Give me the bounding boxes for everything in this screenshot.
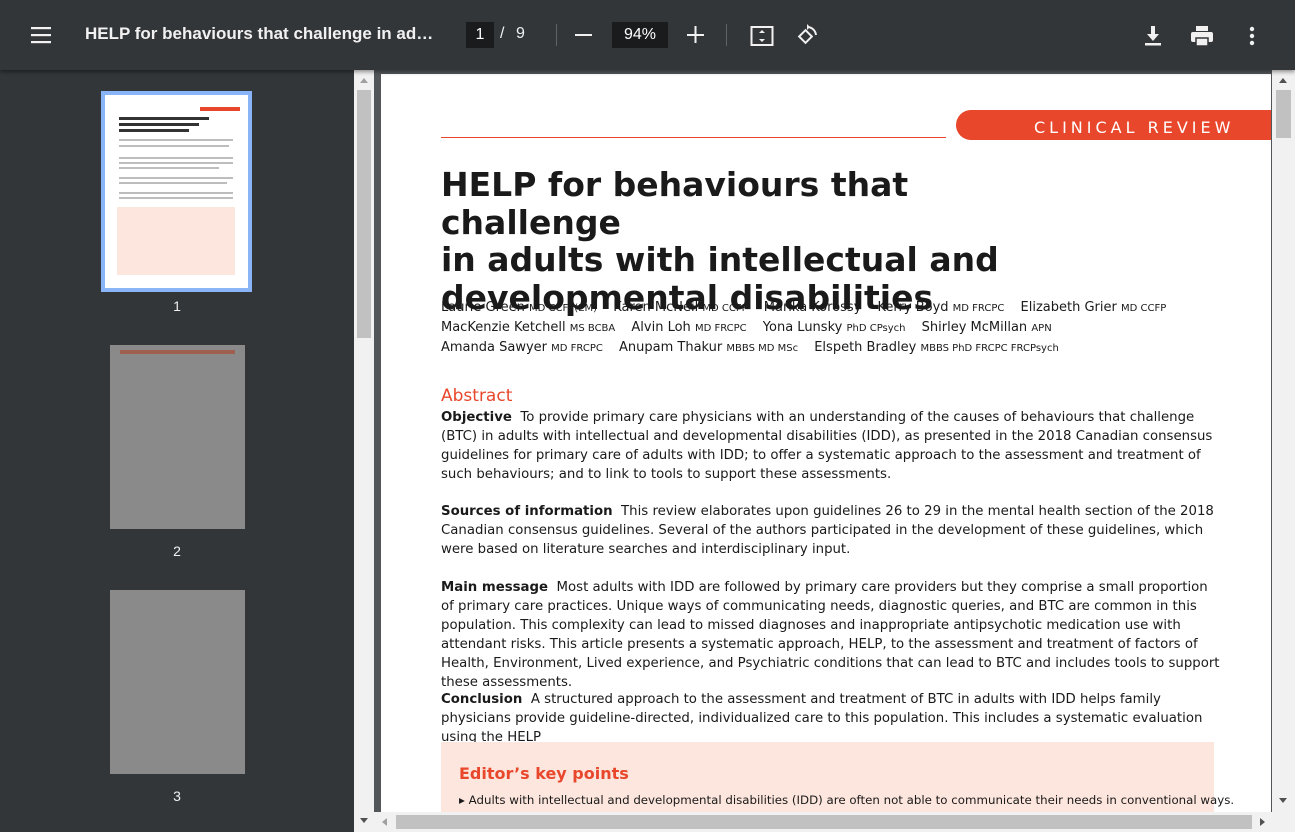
sidebar-scroll-thumb[interactable] <box>357 90 371 338</box>
document-scrollbar[interactable] <box>1272 70 1295 832</box>
article-title: HELP for behaviours that challenge in ad… <box>441 166 1081 316</box>
print-icon[interactable] <box>1188 22 1216 50</box>
toolbar-divider <box>556 24 557 46</box>
document-title: HELP for behaviours that challenge in ad… <box>85 24 440 43</box>
author: Elspeth Bradley MBBS PhD FRCPC FRCPsych <box>814 340 1059 355</box>
banner-label: CLINICAL REVIEW <box>1034 118 1235 137</box>
banner-rule <box>441 137 946 138</box>
total-pages: 9 <box>516 25 525 42</box>
abstract-sources: Sources of information This review elabo… <box>441 504 1214 557</box>
thumbnail-sidebar: 1 2 3 <box>0 70 354 832</box>
toolbar-divider <box>726 24 727 46</box>
page-thumbnail-2[interactable] <box>110 345 245 529</box>
current-page-input[interactable]: 1 <box>466 22 494 48</box>
author: MacKenzie Ketchell MS BCBA <box>441 320 616 335</box>
minus-icon[interactable] <box>572 25 596 45</box>
horizontal-scroll-thumb[interactable] <box>396 815 1252 829</box>
thumbnail-label-1: 1 <box>173 298 181 314</box>
author: Anupam Thakur MBBS MD MSc <box>619 340 799 355</box>
author-list: Laurie Green MD CCFP(EM) Karen McNeil MD… <box>441 298 1241 358</box>
abstract-objective: Objective To provide primary care physic… <box>441 410 1213 482</box>
page-thumbnail-1[interactable] <box>101 91 252 292</box>
zoom-level-input[interactable]: 94% <box>612 22 668 48</box>
abstract-conclusion: Conclusion A structured approach to the … <box>441 692 1203 745</box>
title-line: in adults with intellectual and <box>441 240 999 279</box>
author: Marika Korossy <box>763 300 862 315</box>
pdf-viewer: CLINICAL REVIEW HELP for behaviours that… <box>354 70 1295 832</box>
author: Yona Lunsky PhD CPsych <box>762 320 906 335</box>
pdf-page: CLINICAL REVIEW HELP for behaviours that… <box>381 74 1271 832</box>
author: Kerry Boyd MD FRCPC <box>877 300 1005 315</box>
author: Shirley McMillan APN <box>921 320 1052 335</box>
plus-icon[interactable] <box>684 25 708 45</box>
author: Laurie Green MD CCFP(EM) <box>441 300 598 315</box>
rotate-icon[interactable] <box>793 22 821 50</box>
page-separator: / <box>500 25 505 42</box>
key-point-item: ▸ Adults with intellectual and developme… <box>459 793 1235 807</box>
author: Amanda Sawyer MD FRCPC <box>441 340 603 355</box>
download-icon[interactable] <box>1139 22 1167 50</box>
pdf-toolbar: HELP for behaviours that challenge in ad… <box>0 0 1295 70</box>
title-line: HELP for behaviours that challenge <box>441 165 909 242</box>
thumbnail-label-3: 3 <box>173 788 181 804</box>
key-points-heading: Editor’s key points <box>459 764 629 783</box>
author: Alvin Loh MD FRCPC <box>631 320 747 335</box>
sidebar-scrollbar[interactable] <box>354 70 374 832</box>
bullet-icon: ▸ <box>459 793 469 807</box>
hamburger-menu-icon[interactable] <box>22 15 62 55</box>
more-vert-icon[interactable] <box>1240 22 1264 50</box>
author: Karen McNeil MD CCFP <box>613 300 748 315</box>
page-thumbnail-3[interactable] <box>110 590 245 774</box>
author: Elizabeth Grier MD CCFP <box>1020 300 1167 315</box>
fit-to-page-icon[interactable] <box>748 22 776 50</box>
thumbnail-label-2: 2 <box>173 543 181 559</box>
abstract-heading: Abstract <box>441 386 513 406</box>
document-scroll-thumb[interactable] <box>1276 90 1291 138</box>
abstract-main-message: Main message Most adults with IDD are fo… <box>441 580 1220 690</box>
horizontal-scrollbar[interactable] <box>374 812 1272 832</box>
